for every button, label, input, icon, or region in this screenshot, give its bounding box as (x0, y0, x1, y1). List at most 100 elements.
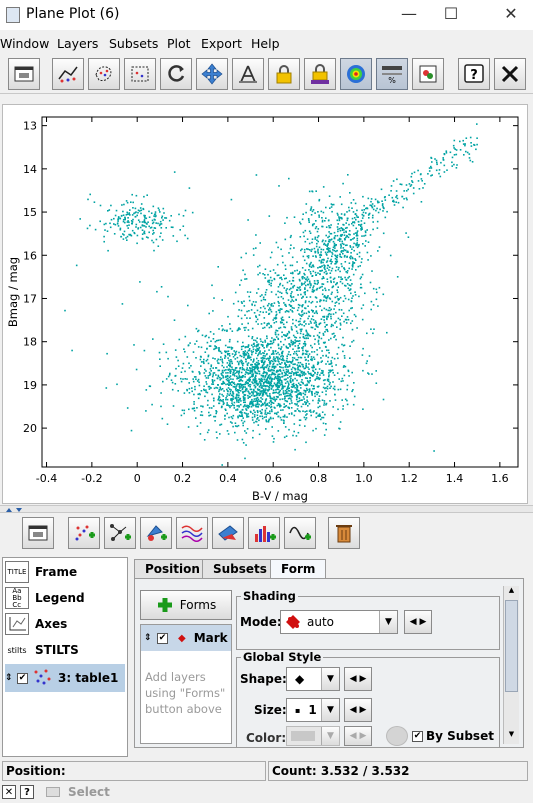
data-point (282, 343, 285, 346)
data-point (219, 433, 221, 435)
form-scrollbar[interactable]: ▲ ▼ (503, 586, 519, 744)
data-point (232, 396, 235, 398)
menu-export[interactable]: Export (201, 36, 242, 51)
menu-window[interactable]: Window (0, 36, 49, 51)
add-marker-layer-icon[interactable] (140, 517, 172, 549)
data-point (339, 253, 341, 256)
add-scatter-layer-icon[interactable] (68, 517, 100, 549)
replot-icon[interactable] (160, 58, 192, 90)
data-point (258, 400, 261, 402)
tab-form[interactable]: Form (270, 559, 327, 579)
help-small-icon[interactable]: ? (20, 785, 34, 799)
stack-item-table-layer[interactable]: ⇕ ✔ 3: table1 (5, 664, 125, 692)
lasso-subset-icon[interactable] (88, 58, 120, 90)
by-subset-checkbox[interactable]: ✔ (412, 730, 423, 742)
data-point (339, 240, 341, 242)
data-point (259, 242, 261, 244)
minimize-button[interactable]: — (394, 4, 424, 23)
lock-color-icon[interactable] (304, 58, 336, 90)
mark-layer-checkbox[interactable]: ✔ (157, 632, 168, 644)
data-point (271, 366, 274, 368)
data-point (257, 417, 259, 419)
line-plot-icon[interactable] (52, 58, 84, 90)
stack-item-stilts[interactable]: stilts STILTS (5, 638, 125, 662)
scatter-plot[interactable]: -0.4 -0.2 0 0.2 0.4 0.6 0.8 1.0 1.2 1.4 1.61314151… (3, 105, 529, 505)
step-right-icon[interactable]: ▶ (360, 674, 367, 684)
data-point (275, 293, 277, 296)
data-point (263, 326, 266, 329)
menu-subsets[interactable]: Subsets (109, 36, 158, 51)
maximize-button[interactable]: ☐ (436, 4, 466, 23)
tab-position[interactable]: Position (134, 559, 211, 579)
navigate-icon[interactable] (196, 58, 228, 90)
mode-stepper[interactable]: ◀ ▶ (404, 610, 432, 634)
close-icon[interactable] (494, 58, 526, 90)
drag-handle-icon[interactable]: ⇕ (5, 673, 13, 683)
add-bar-layer-icon[interactable] (248, 517, 280, 549)
stack-item-legend[interactable]: Aa Bb Cc Legend (5, 586, 125, 610)
data-point (252, 360, 255, 362)
plot-panel[interactable]: -0.4 -0.2 0 0.2 0.4 0.6 0.8 1.0 1.2 1.4 1.6 13 14 15 1… (2, 104, 528, 504)
data-point (294, 339, 296, 341)
data-point (222, 403, 225, 406)
data-point (245, 252, 247, 255)
split-pane-divider[interactable] (0, 505, 533, 513)
sketch-icon[interactable]: % (376, 58, 408, 90)
rectangle-subset-icon[interactable] (124, 58, 156, 90)
forms-button[interactable]: Forms (140, 590, 232, 620)
size-select[interactable]: ▪ 1 ▼ (286, 698, 340, 722)
shape-stepper[interactable]: ◀ ▶ (344, 667, 372, 691)
data-point (284, 277, 286, 280)
data-point (252, 393, 254, 395)
data-point (243, 300, 245, 303)
tab-subsets[interactable]: Subsets (202, 559, 278, 579)
step-left-icon[interactable]: ◀ (350, 674, 357, 684)
scroll-down-icon[interactable]: ▼ (505, 730, 518, 742)
data-point (274, 316, 277, 319)
frame-window-icon[interactable] (22, 517, 54, 549)
data-point (124, 217, 126, 219)
data-point (323, 295, 326, 297)
stack-item-axes[interactable]: Axes (5, 612, 125, 636)
menu-layers[interactable]: Layers (57, 36, 98, 51)
scroll-thumb[interactable] (505, 600, 518, 692)
data-point (305, 384, 307, 387)
size-stepper[interactable]: ◀ ▶ (344, 698, 372, 722)
data-point (451, 161, 453, 164)
axis-lock-icon[interactable] (232, 58, 264, 90)
help-icon[interactable]: ? (458, 58, 490, 90)
add-area-layer-icon[interactable] (212, 517, 244, 549)
shape-select[interactable]: ◆ ▼ (286, 667, 340, 691)
new-window-icon[interactable] (8, 58, 40, 90)
lock-icon[interactable] (268, 58, 300, 90)
clear-icon[interactable]: ✕ (2, 785, 16, 799)
legend-icon[interactable] (412, 58, 444, 90)
step-right-icon[interactable]: ▶ (420, 617, 427, 627)
stack-item-frame[interactable]: TITLE Frame (5, 560, 125, 584)
delete-layer-icon[interactable] (328, 517, 360, 549)
add-histogram-layer-icon[interactable] (176, 517, 208, 549)
data-point (234, 369, 237, 371)
data-point (370, 200, 372, 203)
add-function-layer-icon[interactable] (284, 517, 316, 549)
menu-plot[interactable]: Plot (167, 36, 191, 51)
layer-visible-checkbox[interactable]: ✔ (17, 672, 28, 684)
data-point (338, 378, 340, 380)
drag-handle-icon[interactable]: ⇕ (144, 633, 154, 643)
by-subset-toggle[interactable]: ✔ By Subset (412, 729, 494, 743)
data-point (476, 143, 478, 146)
mark-layer-row[interactable]: ⇕ ✔ ◆ Mark (141, 625, 231, 651)
heatmap-icon[interactable] (340, 58, 372, 90)
step-left-icon[interactable]: ◀ (350, 705, 357, 715)
mode-select[interactable]: auto ▼ (280, 610, 398, 634)
data-point (370, 328, 372, 330)
window-close-button[interactable]: ✕ (496, 4, 526, 23)
step-left-icon[interactable]: ◀ (410, 617, 417, 627)
scroll-up-icon[interactable]: ▲ (505, 586, 518, 598)
menu-help[interactable]: Help (251, 36, 280, 51)
data-point (261, 398, 264, 400)
step-right-icon[interactable]: ▶ (360, 705, 367, 715)
add-pair-layer-icon[interactable] (104, 517, 136, 549)
data-point (268, 419, 270, 422)
data-point (312, 367, 314, 369)
